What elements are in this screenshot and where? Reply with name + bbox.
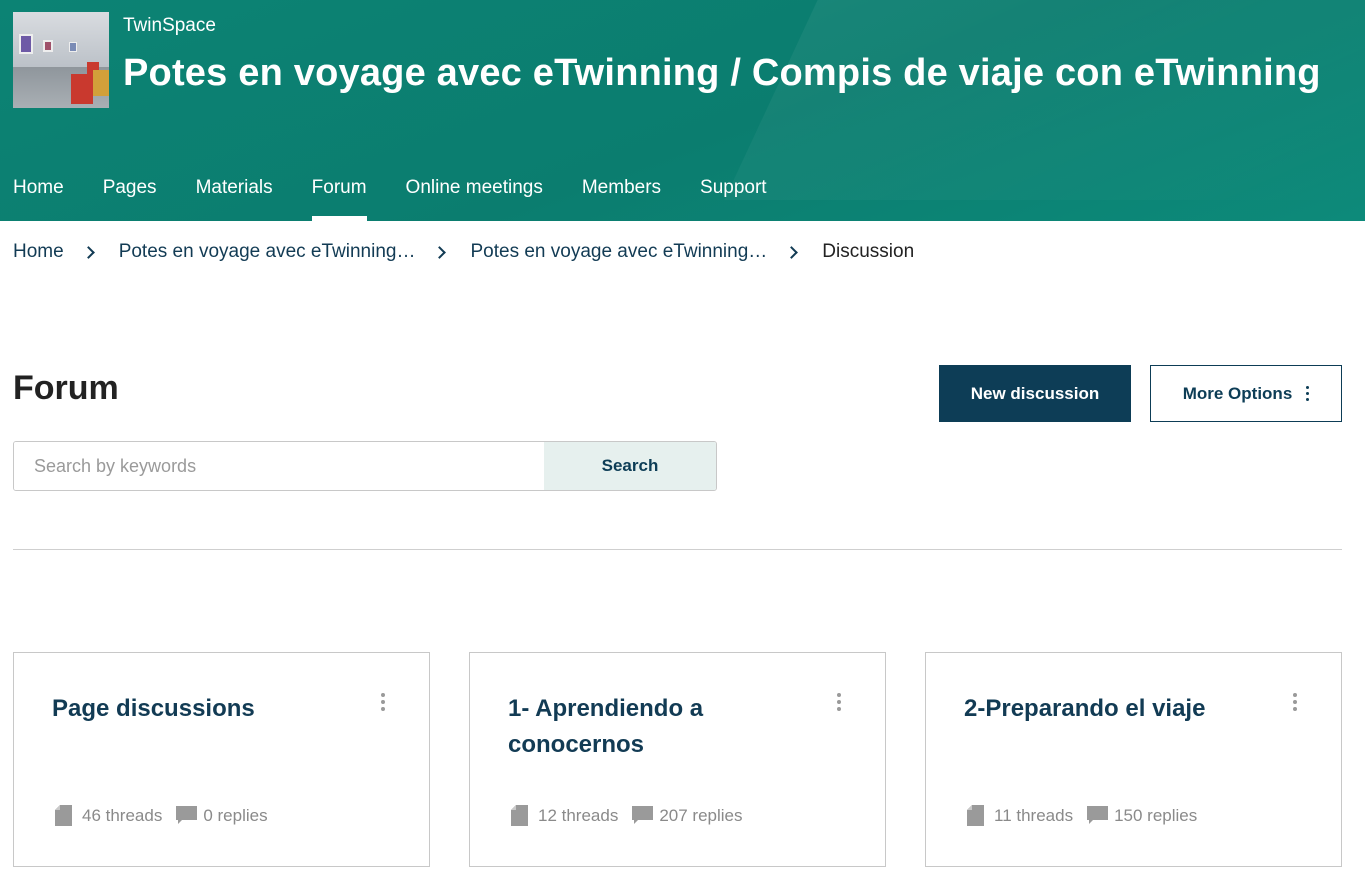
main-nav: Home Pages Materials Forum Online meetin…	[13, 168, 806, 221]
breadcrumb-page[interactable]: Potes en voyage avec eTwinning…	[470, 241, 767, 263]
comment-icon	[1087, 806, 1109, 825]
kebab-menu-icon[interactable]	[377, 693, 389, 713]
forum-card[interactable]: 1- Aprendiendo a conocernos 12 threads 2…	[469, 652, 886, 867]
comment-icon	[176, 806, 198, 825]
forum-card-stats: 11 threads 150 replies	[967, 805, 1197, 826]
kebab-menu-icon[interactable]	[1289, 693, 1301, 713]
search-bar: Search	[13, 441, 717, 491]
nav-item-members[interactable]: Members	[582, 168, 661, 221]
reply-count: 0 replies	[203, 805, 268, 825]
thread-count: 11 threads	[994, 805, 1074, 825]
nav-item-online-meetings[interactable]: Online meetings	[406, 168, 543, 221]
more-options-label: More Options	[1182, 383, 1293, 403]
breadcrumb-current: Discussion	[822, 241, 915, 262]
forum-card-title[interactable]: 1- Aprendiendo a conocernos	[508, 691, 828, 763]
forum-card[interactable]: Page discussions 46 threads 0 replies	[13, 652, 430, 867]
reply-count: 207 replies	[659, 805, 743, 825]
forum-card-title[interactable]: Page discussions	[52, 691, 372, 727]
breadcrumb-home[interactable]: Home	[13, 241, 64, 263]
kebab-menu-icon[interactable]	[833, 693, 845, 713]
forum-card[interactable]: 2-Preparando el viaje 11 threads 150 rep…	[925, 652, 1342, 867]
document-icon	[511, 805, 528, 826]
page-title: Forum	[13, 369, 119, 407]
thread-count: 46 threads	[82, 805, 163, 825]
thread-count: 12 threads	[538, 805, 619, 825]
nav-item-forum[interactable]: Forum	[311, 168, 367, 221]
more-options-button[interactable]: More Options	[1150, 365, 1342, 422]
chevron-right-icon	[81, 245, 95, 259]
project-title[interactable]: Potes en voyage avec eTwinning / Compis …	[123, 52, 1321, 95]
new-discussion-button[interactable]: New discussion	[939, 365, 1131, 422]
nav-item-pages[interactable]: Pages	[103, 168, 157, 221]
header-decoration	[724, 0, 1365, 200]
site-header: TwinSpace Potes en voyage avec eTwinning…	[0, 0, 1365, 221]
forum-card-title[interactable]: 2-Preparando el viaje	[964, 691, 1284, 727]
comment-icon	[632, 806, 654, 825]
chevron-right-icon	[785, 245, 799, 259]
search-input[interactable]	[14, 442, 544, 490]
forum-card-stats: 46 threads 0 replies	[55, 805, 268, 826]
breadcrumb-project[interactable]: Potes en voyage avec eTwinning…	[119, 241, 416, 263]
nav-item-support[interactable]: Support	[700, 168, 767, 221]
nav-item-materials[interactable]: Materials	[196, 168, 273, 221]
forum-card-stats: 12 threads 207 replies	[511, 805, 743, 826]
project-thumbnail[interactable]	[13, 12, 109, 108]
divider	[13, 549, 1342, 550]
breadcrumb: Home Potes en voyage avec eTwinning… Pot…	[13, 241, 914, 263]
document-icon	[55, 805, 72, 826]
brand-name[interactable]: TwinSpace	[123, 15, 216, 37]
search-button[interactable]: Search	[544, 442, 716, 490]
nav-item-home[interactable]: Home	[13, 168, 64, 221]
kebab-menu-icon	[1306, 386, 1310, 401]
chevron-right-icon	[433, 245, 447, 259]
document-icon	[967, 805, 984, 826]
reply-count: 150 replies	[1114, 805, 1198, 825]
